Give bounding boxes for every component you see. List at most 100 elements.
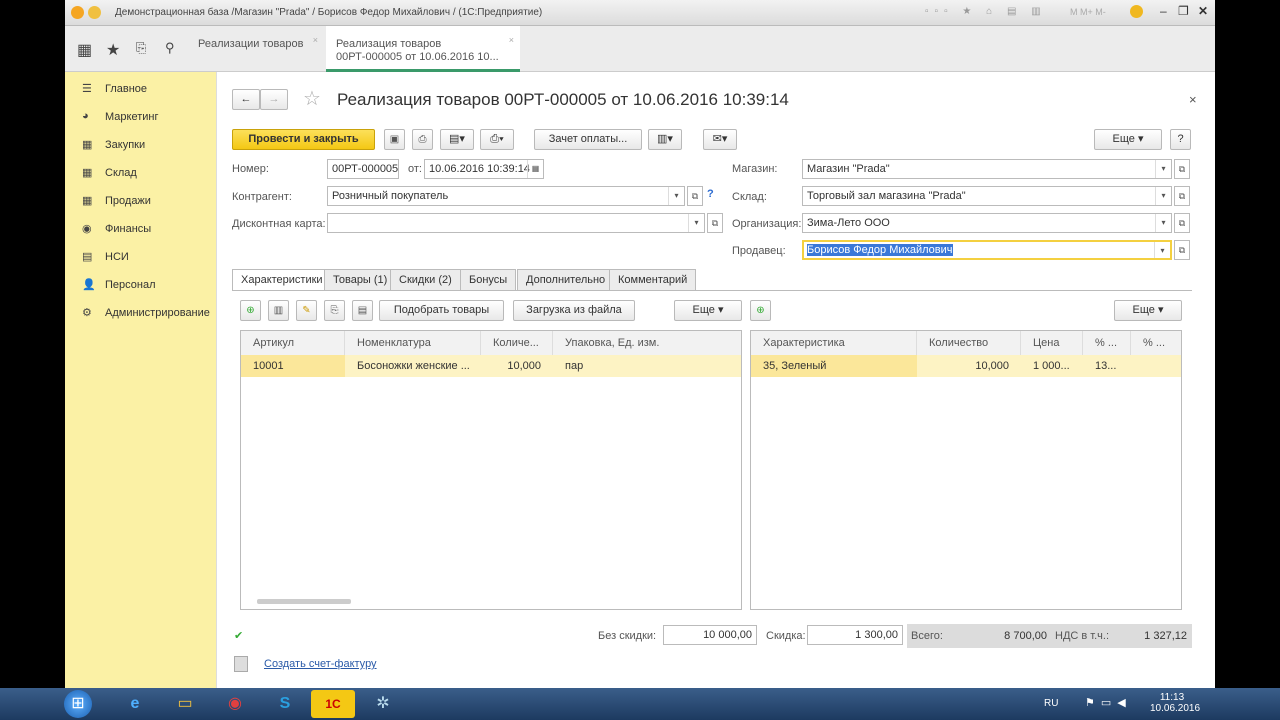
- open-icon[interactable]: ⧉: [687, 186, 703, 206]
- open-icon[interactable]: ⧉: [1174, 186, 1190, 206]
- vat-value: 1 327,12: [1144, 630, 1187, 642]
- close-window-button[interactable]: ✕: [1198, 4, 1208, 18]
- menu-icon[interactable]: [88, 6, 101, 19]
- right-more-button[interactable]: Еще ▾: [1114, 300, 1182, 321]
- history-icon[interactable]: ⎘: [136, 40, 146, 56]
- seller-field[interactable]: Борисов Федор Михайлович ▾: [802, 240, 1172, 260]
- column-header[interactable]: % ...: [1083, 331, 1131, 355]
- minimize-button[interactable]: –: [1160, 4, 1167, 18]
- language-indicator[interactable]: RU: [1044, 698, 1058, 709]
- help-button[interactable]: ?: [1170, 129, 1191, 150]
- number-label: Номер:: [232, 163, 269, 175]
- discount-card-field[interactable]: ▾: [327, 213, 705, 233]
- more-button[interactable]: Еще ▾: [1094, 129, 1162, 150]
- date-label: от:: [408, 163, 422, 175]
- open-icon[interactable]: ⧉: [1174, 213, 1190, 233]
- column-header[interactable]: Количе...: [481, 331, 553, 355]
- tray-icons[interactable]: ⚑▭◀: [1085, 696, 1132, 709]
- sidebar-item-admin[interactable]: ⚙ Администрирование: [65, 298, 217, 326]
- tab-bonuses[interactable]: Бонусы: [460, 269, 517, 290]
- reports-button[interactable]: ▥▾: [648, 129, 682, 150]
- tab-goods[interactable]: Товары (1): [324, 269, 397, 290]
- print-button[interactable]: ⎙▾: [480, 129, 514, 150]
- post-icon[interactable]: ⎙: [412, 129, 433, 150]
- column-header[interactable]: Упаковка, Ед. изм.: [553, 331, 741, 355]
- left-more-button[interactable]: Еще ▾: [674, 300, 742, 321]
- open-icon[interactable]: ⧉: [1174, 240, 1190, 260]
- sidebar-item-marketing[interactable]: ◕ Маркетинг: [65, 102, 217, 130]
- 1c-logo-icon: [71, 6, 84, 19]
- sidebar-item-sales[interactable]: ▦ Продажи: [65, 186, 217, 214]
- back-button[interactable]: ←: [232, 89, 260, 110]
- payment-offset-button[interactable]: Зачет оплаты...: [534, 129, 642, 150]
- add-characteristic-icon[interactable]: ⊕: [750, 300, 771, 321]
- store-field[interactable]: Магазин "Prada" ▾: [802, 159, 1172, 179]
- seller-label: Продавец:: [732, 245, 786, 257]
- date-field[interactable]: 10.06.2016 10:39:14 ▦: [424, 159, 544, 179]
- favorites-star-icon[interactable]: ★: [106, 40, 120, 60]
- toolbar-icons[interactable]: ▫▫▫ ★ ⌂ ▤ ▥: [925, 6, 1047, 17]
- sidebar-item-finance[interactable]: ◉ Финансы: [65, 214, 217, 242]
- column-header[interactable]: Артикул: [241, 331, 345, 355]
- barcode-icon[interactable]: ▥: [268, 300, 289, 321]
- post-and-close-button[interactable]: Провести и закрыть: [232, 129, 375, 150]
- create-invoice-link[interactable]: Создать счет-фактуру: [264, 658, 377, 670]
- column-header[interactable]: Цена: [1021, 331, 1083, 355]
- store-label: Магазин:: [732, 163, 778, 175]
- column-header[interactable]: % ...: [1131, 331, 1181, 355]
- column-header[interactable]: Номенклатура: [345, 331, 481, 355]
- sidebar-item-personnel[interactable]: 👤 Персонал: [65, 270, 217, 298]
- add-icon[interactable]: ⊕: [240, 300, 261, 321]
- close-icon[interactable]: ×: [313, 34, 318, 47]
- open-icon[interactable]: ⧉: [1174, 159, 1190, 179]
- apps-grid-icon[interactable]: ▦: [77, 40, 92, 60]
- scan-icon[interactable]: ⎘: [324, 300, 345, 321]
- restore-button[interactable]: ❐: [1178, 4, 1189, 18]
- save-icon[interactable]: ▣: [384, 129, 405, 150]
- tab-discounts[interactable]: Скидки (2): [390, 269, 461, 290]
- tab-additional[interactable]: Дополнительно: [517, 269, 615, 290]
- table-cell: [1131, 355, 1181, 377]
- forward-button[interactable]: →: [260, 89, 288, 110]
- warehouse-field[interactable]: Торговый зал магазина "Prada" ▾: [802, 186, 1172, 206]
- app-icon[interactable]: ✲: [361, 690, 405, 718]
- open-icon[interactable]: ⧉: [707, 213, 723, 233]
- explorer-icon[interactable]: ▭: [163, 690, 207, 718]
- help-question-icon[interactable]: ?: [707, 188, 714, 200]
- attachments-button[interactable]: ✉▾: [703, 129, 737, 150]
- favorite-star-icon[interactable]: ☆: [303, 86, 321, 111]
- sidebar-item-warehouse[interactable]: ▦ Склад: [65, 158, 217, 186]
- sidebar-item-nsi[interactable]: ▤ НСИ: [65, 242, 217, 270]
- edit-icon[interactable]: ✎: [296, 300, 317, 321]
- no-discount-value: 10 000,00: [663, 625, 757, 645]
- fill-icon[interactable]: ▤: [352, 300, 373, 321]
- column-header[interactable]: Характеристика: [751, 331, 917, 355]
- tab-sales-list[interactable]: Реализации товаров ×: [188, 26, 324, 72]
- org-field[interactable]: Зима-Лето ООО ▾: [802, 213, 1172, 233]
- menu-icon: ☰: [82, 83, 92, 95]
- close-form-button[interactable]: ×: [1189, 92, 1197, 107]
- tab-comment[interactable]: Комментарий: [609, 269, 697, 290]
- tab-characteristics[interactable]: Характеристики: [232, 269, 332, 291]
- pick-goods-button[interactable]: Подобрать товары: [379, 300, 504, 321]
- sidebar-item-main[interactable]: ☰ Главное: [65, 74, 217, 102]
- horizontal-scrollbar[interactable]: [257, 599, 351, 604]
- load-from-file-button[interactable]: Загрузка из файла: [513, 300, 635, 321]
- info-icon[interactable]: [1130, 5, 1143, 18]
- pie-icon: ◕: [82, 110, 89, 122]
- sidebar-item-purchases[interactable]: ▦ Закупки: [65, 130, 217, 158]
- column-header[interactable]: Количество: [917, 331, 1021, 355]
- start-button[interactable]: ⊞: [64, 690, 92, 718]
- skype-icon[interactable]: S: [263, 690, 307, 718]
- number-field[interactable]: 00РТ-000005: [327, 159, 399, 179]
- 1c-taskbar-icon[interactable]: 1С: [311, 690, 355, 718]
- close-icon[interactable]: ×: [509, 34, 514, 47]
- chrome-icon[interactable]: ◉: [213, 690, 257, 718]
- create-based-button[interactable]: ▤▾: [440, 129, 474, 150]
- contractor-field[interactable]: Розничный покупатель ▾: [327, 186, 685, 206]
- tab-sales-doc[interactable]: Реализация товаров 00РТ-000005 от 10.06.2…: [326, 26, 520, 72]
- search-icon[interactable]: ⚲: [165, 40, 175, 56]
- memory-buttons[interactable]: M M+ M-: [1070, 7, 1106, 17]
- clock[interactable]: 11:13 10.06.2016: [1150, 692, 1200, 714]
- ie-icon[interactable]: e: [113, 690, 157, 718]
